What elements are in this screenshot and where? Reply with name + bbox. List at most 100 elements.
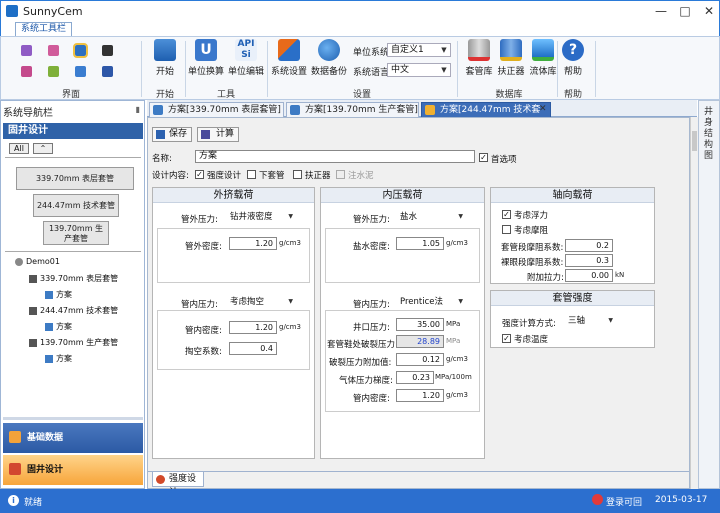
module-cementing-design[interactable]: 固井设计 [3,455,143,485]
view-style-8-icon[interactable] [102,66,113,77]
tree-leaf[interactable]: 方案 [45,353,72,364]
external-outer-pressure-select[interactable]: 钻井液密度 ▼ [227,211,293,223]
unit-convert-label: 单位换算 [187,67,224,77]
start-icon [154,39,176,61]
chevron-down-icon: ▼ [458,213,463,220]
calculate-button[interactable]: 计算 [197,127,239,142]
internal-outer-pressure-select[interactable]: 盐水 ▼ [397,211,463,223]
tab-production-casing[interactable]: 方案[139.70mm 生产套管] [286,102,419,117]
save-button[interactable]: 保存 [152,127,192,142]
unit-edit-button[interactable]: API Si 单位编辑 [227,39,265,77]
maximize-button[interactable]: □ [673,1,697,21]
external-outer-density-input[interactable]: 1.20 [229,237,277,250]
external-inner-density-input[interactable]: 1.20 [229,321,277,334]
tree-node[interactable]: 139.70mm 生产套管 [29,337,118,348]
view-style-6-icon[interactable] [48,66,59,77]
app-logo-icon [6,5,18,17]
logout-icon[interactable] [592,494,603,505]
close-tab-icon[interactable]: ✕ [539,104,547,114]
tab-surface-casing[interactable]: 方案[339.70mm 表层套管] [149,102,284,117]
collapse-icon[interactable]: ⌃ [33,143,53,154]
internal-inner-pressure-select[interactable]: Prentice法 ▼ [397,296,463,308]
design-button-production[interactable]: 139.70mm 生产套管 [43,221,109,245]
well-icon [15,257,23,266]
view-style-7-icon[interactable] [75,66,86,77]
design-button-intermediate[interactable]: 244.47mm 技术套管 [33,194,119,217]
pin-icon[interactable]: ▮ [136,105,140,114]
start-label: 开始 [155,67,174,77]
brine-density-input[interactable]: 1.05 [396,237,444,250]
name-label: 名称: [152,154,172,164]
tree-root[interactable]: Demo01 [15,257,60,266]
tree-node[interactable]: 244.47mm 技术套管 [29,305,118,316]
wellhead-pressure-input[interactable]: 35.00 [396,318,444,331]
splitter[interactable] [3,417,143,420]
centralizer-icon [500,39,522,61]
external-inner-pressure-select[interactable]: 考虑掏空 ▼ [227,296,293,308]
cementing-checkbox [336,170,345,179]
group-label-settings: 设置 [352,90,371,100]
view-style-5-icon[interactable] [21,66,32,77]
save-icon [156,130,165,139]
database-icon [318,39,340,61]
drag-checkbox[interactable] [502,225,511,234]
unit-edit-label: 单位编辑 [227,67,264,77]
preferred-checkbox[interactable]: ✓ [479,153,488,162]
tree-node-label: 139.70mm 生产套管 [40,338,119,347]
buoyancy-checkbox[interactable]: ✓ [502,210,511,219]
design-button-surface[interactable]: 339.70mm 表层套管 [16,167,134,190]
view-style-2-icon[interactable] [48,45,59,56]
data-backup-label: 数据备份 [310,67,347,77]
document-tabs: 方案[339.70mm 表层套管] 方案[139.70mm 生产套管] 方案[2… [147,100,697,129]
status-logout[interactable]: 登录可回 [606,495,642,508]
tab-label: 方案[339.70mm 表层套管] [168,105,281,115]
start-button[interactable]: 开始 [145,39,185,77]
name-input[interactable]: 方案 [195,150,475,163]
run-casing-checkbox[interactable] [247,170,256,179]
internal-outer-pressure-label: 管外压力: [353,215,390,225]
tab-strength-design[interactable]: 强度设计 [152,472,204,498]
casing-icon [29,274,37,283]
tree-leaf-label: 方案 [56,354,72,363]
fracture-addon-input[interactable]: 0.12 [396,353,444,366]
data-backup-button[interactable]: 数据备份 [309,39,349,77]
tree-node[interactable]: 339.70mm 表层套管 [29,273,118,284]
tree-leaf[interactable]: 方案 [45,321,72,332]
title-bar: SunnyCem — □ ✕ [0,0,720,22]
language-select[interactable]: 中文 ▼ [387,63,451,77]
additional-pull-input[interactable]: 0.00 [565,269,613,282]
scroll-thumb[interactable] [692,131,697,151]
ribbon-tab-system-tools[interactable]: 系统工具栏 [15,22,73,36]
evacuation-coefficient-input[interactable]: 0.4 [229,342,277,355]
vertical-scrollbar[interactable] [690,117,698,489]
filter-all-button[interactable]: All [9,143,29,154]
openhole-friction-input[interactable]: 0.3 [565,254,613,267]
system-settings-button[interactable]: 系统设置 [269,39,309,77]
tree-leaf[interactable]: 方案 [45,289,72,300]
help-icon: ? [562,39,584,61]
unit-system-select[interactable]: 自定义1 ▼ [387,43,451,57]
help-button[interactable]: ? 帮助 [553,39,593,77]
group-label-start: 开始 [155,90,174,100]
centralizer-checkbox[interactable] [293,170,302,179]
temperature-checkbox[interactable]: ✓ [502,334,511,343]
internal-inner-density-input[interactable]: 1.20 [396,389,444,402]
view-style-1-icon[interactable] [21,45,32,56]
view-style-4-icon[interactable] [102,45,113,56]
casing-strength-panel: 套管强度 强度计算方式: 三轴 ▼ ✓ 考虑温度 [490,290,655,348]
view-style-3-icon[interactable] [73,43,88,58]
module-basic-data[interactable]: 基础数据 [3,423,143,453]
unit-convert-button[interactable]: U 单位换算 [187,39,225,77]
tab-intermediate-casing[interactable]: 方案[244.47mm 技术套管] [421,102,551,129]
system-settings-label: 系统设置 [270,67,307,77]
strength-mode-select[interactable]: 三轴 ▼ [565,315,613,327]
density-unit: g/cm3 [446,391,468,399]
gas-gradient-input[interactable]: 0.23 [396,371,434,384]
minimize-button[interactable]: — [649,1,673,21]
well-structure-tab[interactable]: 井身结构图 [704,107,716,162]
strength-design-checkbox[interactable]: ✓ [195,170,204,179]
close-button[interactable]: ✕ [697,1,720,21]
tree-leaf-label: 方案 [56,322,72,331]
cased-friction-input[interactable]: 0.2 [565,239,613,252]
help-label: 帮助 [563,67,582,77]
